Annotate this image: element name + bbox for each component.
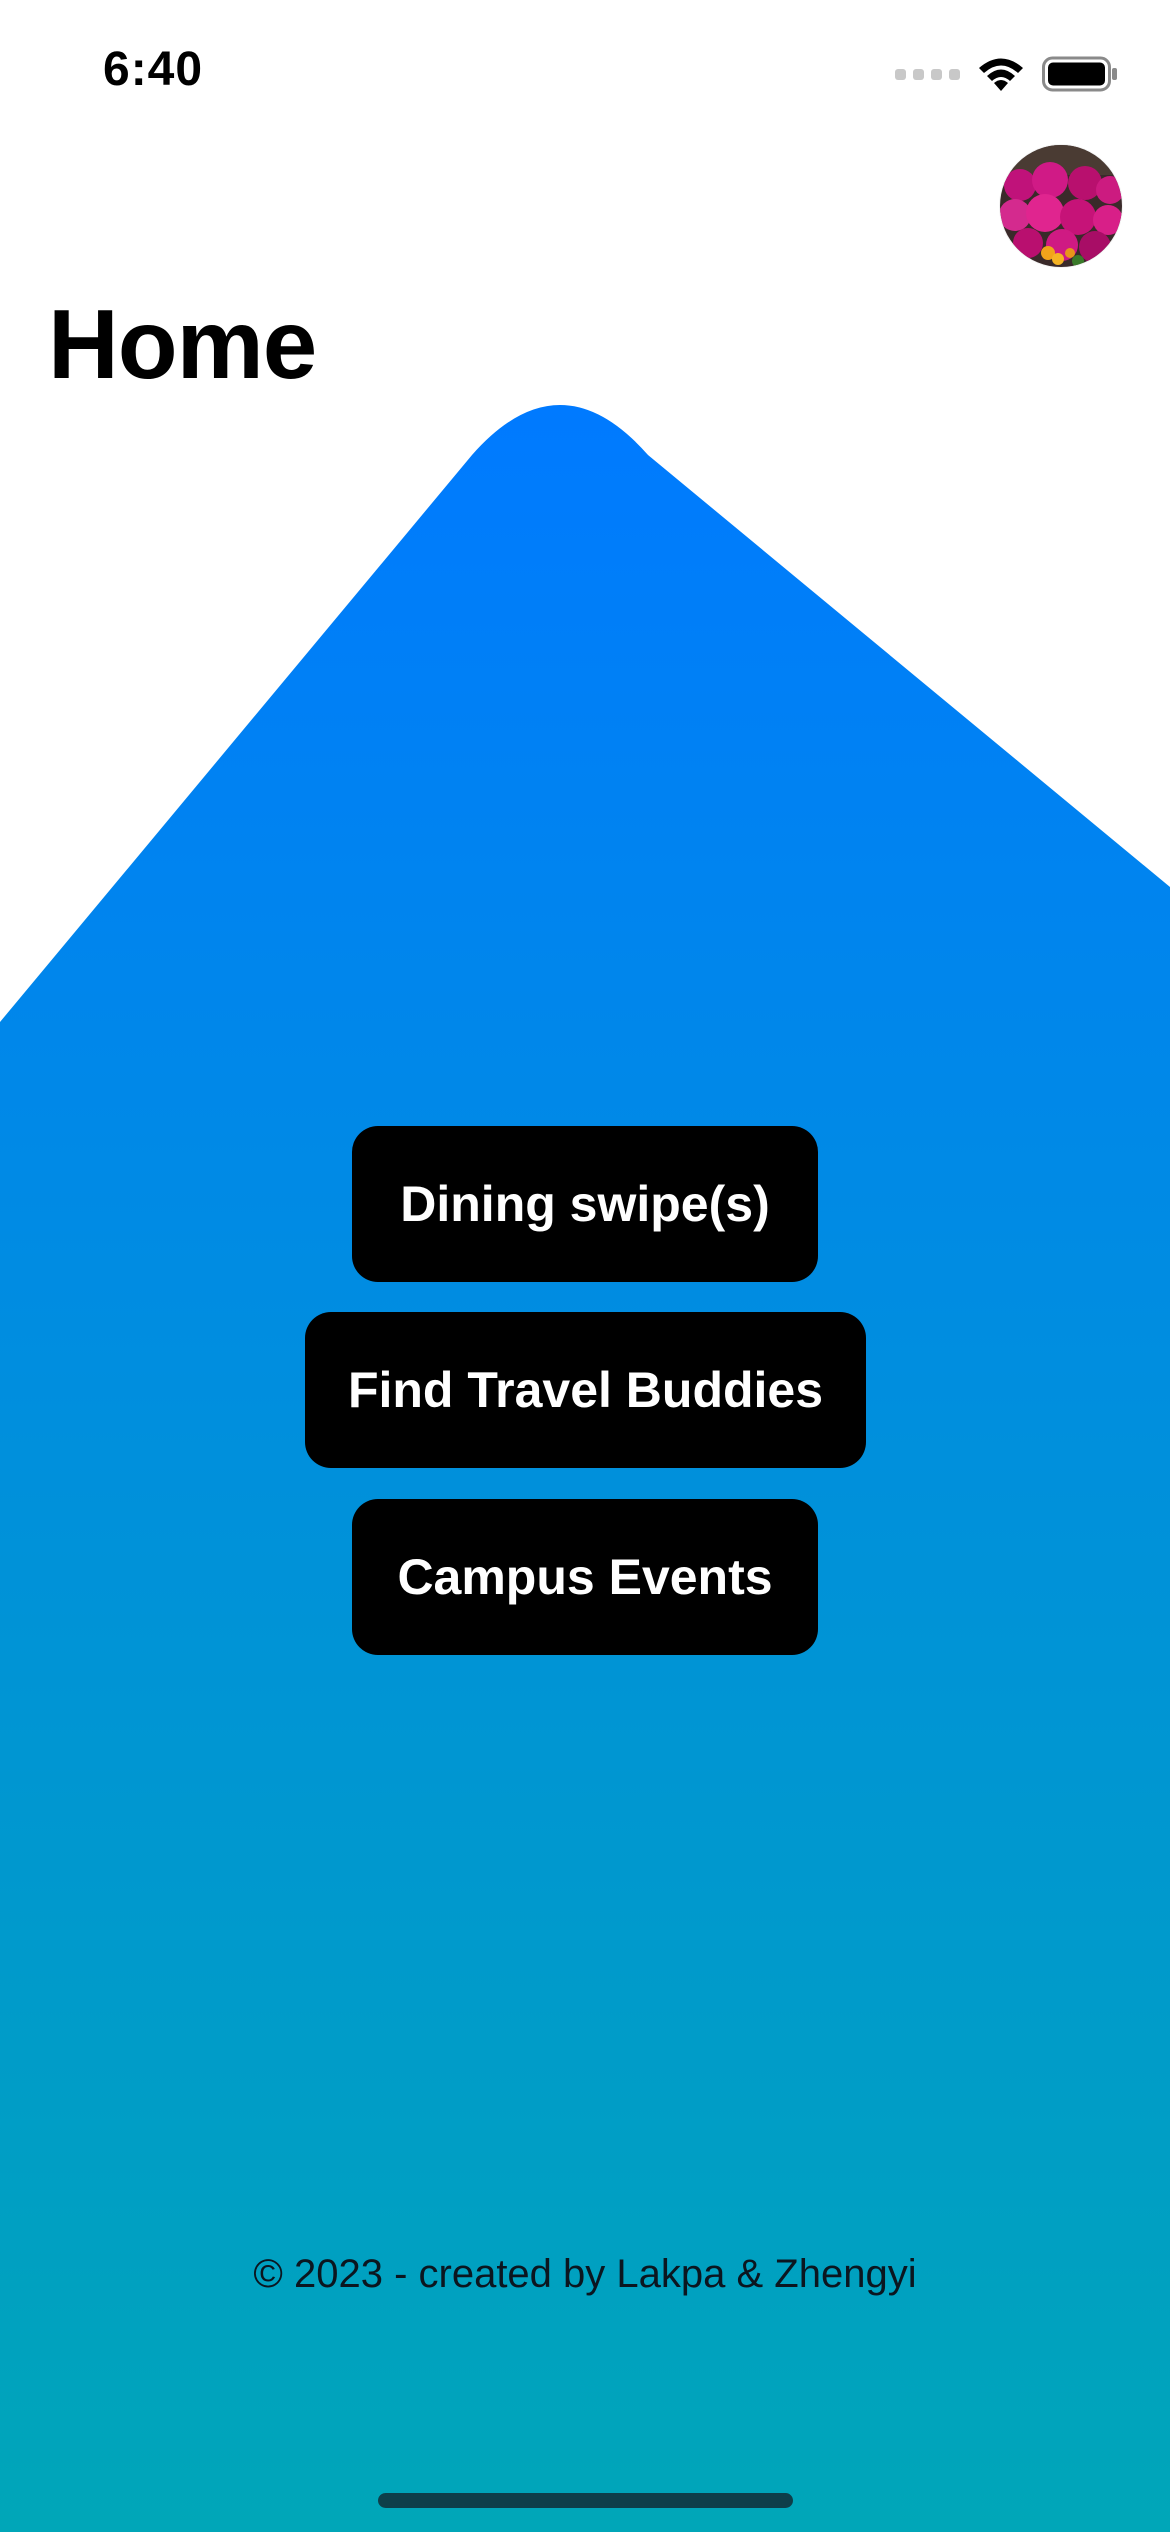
battery-icon (1042, 56, 1117, 92)
dining-swipes-button[interactable]: Dining swipe(s) (352, 1126, 818, 1282)
home-indicator[interactable] (378, 2493, 793, 2508)
find-travel-buddies-button[interactable]: Find Travel Buddies (305, 1312, 866, 1468)
wifi-icon (979, 58, 1023, 91)
footer-copyright: © 2023 - created by Lakpa & Zhengyi (253, 2252, 917, 2296)
campus-events-button[interactable]: Campus Events (352, 1499, 818, 1655)
status-time: 6:40 (103, 43, 204, 96)
flower-photo-icon (1000, 145, 1122, 267)
status-icons (895, 52, 1118, 96)
cellular-signal-icon (895, 68, 960, 80)
avatar[interactable] (1000, 145, 1122, 267)
page-title: Home (48, 289, 317, 399)
home-screen: 6:40 Home Dining swipe(s) Find Travel Bu… (0, 0, 1170, 2532)
